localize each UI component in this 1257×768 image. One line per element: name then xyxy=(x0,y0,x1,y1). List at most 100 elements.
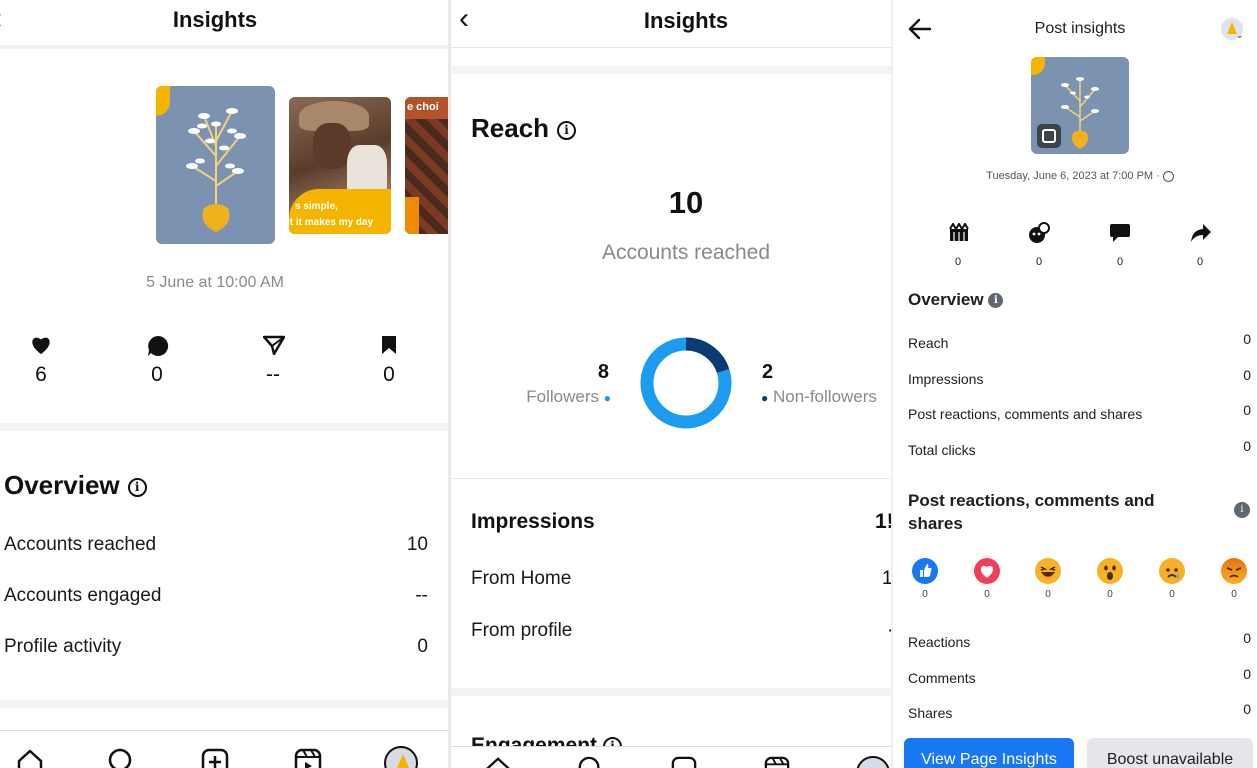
comment-icon xyxy=(148,335,169,356)
thumbnail-caption-3: e choi xyxy=(407,101,439,113)
plant-vase-illustration xyxy=(186,108,246,232)
impr-from-home-label: From Home xyxy=(471,568,572,589)
create-icon[interactable] xyxy=(671,756,697,768)
sad-reaction-icon xyxy=(1159,558,1185,584)
like-reaction-icon xyxy=(912,558,938,584)
wow-count: 0 xyxy=(1107,589,1113,600)
nonfollowers-dot: ● xyxy=(761,391,769,405)
action-count-reached: 0 xyxy=(954,256,962,268)
impressions-value: 1! xyxy=(875,510,891,533)
corner-decoration xyxy=(156,86,170,116)
nonfollowers-value: 2 xyxy=(762,361,774,383)
post-date: Tuesday, June 6, 2023 at 7:00 PM · xyxy=(893,170,1257,182)
overview-engagement-label: Post reactions, comments and shares xyxy=(908,406,1143,422)
row-accounts-reached-label: Accounts reached xyxy=(4,534,157,555)
overview-reach-label: Reach xyxy=(908,335,949,351)
view-page-insights-button[interactable]: View Page Insights xyxy=(904,738,1074,768)
reach-caption: Accounts reached xyxy=(601,241,771,264)
post-thumbnail-partial[interactable]: e choi xyxy=(405,97,448,234)
angry-reaction-icon xyxy=(1221,558,1247,584)
impr-from-home-value: 1 xyxy=(882,568,891,589)
section-divider xyxy=(451,688,891,696)
action-count-shares: 0 xyxy=(1196,256,1204,268)
reels-icon[interactable] xyxy=(764,756,790,768)
page-title: Post insights xyxy=(1034,20,1126,37)
followers-label: Followers ● xyxy=(526,387,611,406)
send-icon xyxy=(263,335,285,355)
section-divider xyxy=(451,66,891,74)
impressions-title: Impressions xyxy=(471,510,595,533)
saves-count: 0 xyxy=(383,363,395,386)
face-shape xyxy=(313,123,351,169)
overview-clicks-label: Total clicks xyxy=(908,442,976,458)
comment-icon xyxy=(1110,224,1130,242)
detail-shares-label: Shares xyxy=(908,705,953,721)
search-icon[interactable] xyxy=(107,748,135,768)
header-divider xyxy=(0,45,448,49)
haha-count: 0 xyxy=(1045,589,1051,600)
detail-reactions-value: 0 xyxy=(1243,630,1251,646)
post-thumbnail[interactable] xyxy=(1031,57,1129,154)
instagram-insights-panel: ‹ Insights s simple, it it makes my day … xyxy=(0,0,448,768)
overview-title: Overview i xyxy=(4,470,147,501)
detail-reactions-label: Reactions xyxy=(908,634,971,650)
nonfollowers-label: ● Non-followers xyxy=(761,387,877,406)
action-count-reactions: 0 xyxy=(1035,256,1043,268)
page-title: Insights xyxy=(643,8,729,33)
overview-reach-value: 0 xyxy=(1243,331,1251,347)
thumbnail-caption-1: s simple, xyxy=(295,201,338,212)
reels-icon[interactable] xyxy=(294,748,322,768)
detail-comments-value: 0 xyxy=(1243,666,1251,682)
followers-value: 8 xyxy=(597,361,609,383)
reach-title: Reach i xyxy=(471,113,577,144)
reach-value: 10 xyxy=(668,185,704,220)
info-icon[interactable]: i xyxy=(1234,502,1250,518)
action-count-comments: 0 xyxy=(1116,256,1124,268)
bookmark-icon xyxy=(382,336,396,354)
post-thumbnail-selected[interactable] xyxy=(156,86,275,244)
info-icon[interactable]: i xyxy=(988,293,1004,309)
followers-dot: ● xyxy=(603,391,611,405)
reactions-icon xyxy=(1029,222,1050,243)
love-reaction-icon xyxy=(974,558,1000,584)
home-icon[interactable] xyxy=(485,756,511,768)
page-title: Insights xyxy=(172,7,258,32)
row-accounts-engaged-value: -- xyxy=(415,585,428,606)
likes-count: 6 xyxy=(35,363,47,386)
sad-count: 0 xyxy=(1169,589,1175,600)
row-profile-activity-label: Profile activity xyxy=(4,636,122,657)
row-profile-activity-value: 0 xyxy=(417,636,428,657)
engagement-title: Engagement i xyxy=(471,734,623,746)
heart-icon xyxy=(32,337,50,355)
info-icon[interactable]: i xyxy=(603,736,623,746)
instagram-reach-panel: ‹ Insights Reach i 10 Accounts reached 8 … xyxy=(451,0,891,768)
wow-reaction-icon xyxy=(1097,558,1123,584)
boost-unavailable-button[interactable]: Boost unavailable xyxy=(1087,738,1253,768)
detail-shares-value: 0 xyxy=(1243,701,1251,717)
overview-impressions-label: Impressions xyxy=(908,371,984,387)
plant-vase-illustration xyxy=(1061,77,1099,149)
search-icon[interactable] xyxy=(577,756,603,768)
comments-count: 0 xyxy=(151,363,163,386)
reactions-section-title: Post reactions, comments and shares xyxy=(908,491,1155,533)
facebook-post-insights-panel: Post insights ⌄ Tuesday, June 6, 2023 at… xyxy=(893,0,1257,768)
post-thumbnail-photo[interactable]: s simple, it it makes my day xyxy=(289,97,391,234)
overview-engagement-value: 0 xyxy=(1243,402,1251,418)
home-icon[interactable] xyxy=(16,748,44,768)
haha-reaction-icon xyxy=(1035,558,1061,584)
angry-count: 0 xyxy=(1231,589,1237,600)
create-icon[interactable] xyxy=(201,748,229,768)
thumbnail-caption-2: it it makes my day xyxy=(289,217,374,228)
overview-title: Overview i xyxy=(908,290,1004,310)
info-icon[interactable]: i xyxy=(127,477,147,497)
chevron-down-icon[interactable]: ⌄ xyxy=(1236,30,1244,41)
overview-impressions-value: 0 xyxy=(1243,367,1251,383)
reach-donut-chart xyxy=(640,337,732,429)
row-accounts-reached-value: 10 xyxy=(406,534,428,555)
impr-from-profile-label: From profile xyxy=(471,620,573,641)
detail-comments-label: Comments xyxy=(908,670,976,686)
profile-avatar[interactable] xyxy=(384,746,418,768)
overview-clicks-value: 0 xyxy=(1243,438,1251,454)
section-divider xyxy=(0,700,448,708)
info-icon[interactable]: i xyxy=(557,120,577,140)
